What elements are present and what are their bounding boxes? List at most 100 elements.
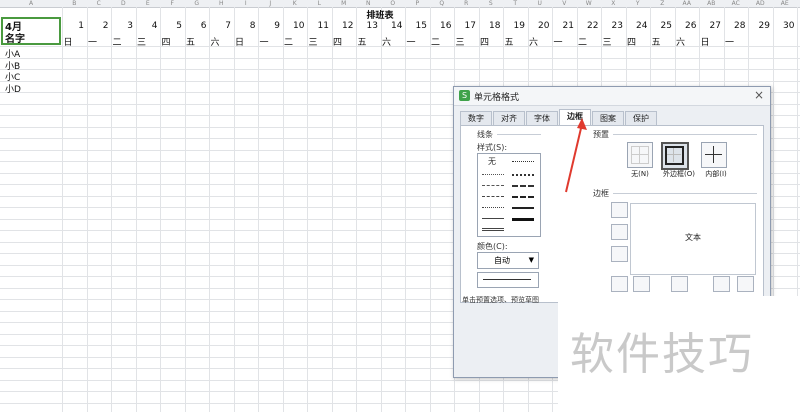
border-preview[interactable]: 文本: [630, 203, 756, 275]
weekday-cell: 五: [651, 38, 661, 48]
weekday-cell: 五: [357, 38, 367, 48]
hint-text: 单击预置选项、预览草图: [462, 296, 539, 304]
day-number: 15: [415, 21, 427, 31]
tab-alignment[interactable]: 对齐: [493, 111, 525, 125]
color-select[interactable]: 自动 ▼: [477, 252, 539, 269]
column-letter[interactable]: R: [454, 0, 479, 7]
line-style-option[interactable]: [482, 218, 504, 219]
column-letter[interactable]: AE: [773, 0, 798, 7]
border-top-button[interactable]: [611, 202, 628, 218]
line-style-option[interactable]: [482, 174, 504, 175]
line-style-option[interactable]: [482, 228, 504, 231]
preview-text: 文本: [685, 233, 701, 242]
column-letter[interactable]: AD: [748, 0, 773, 7]
line-style-option[interactable]: [512, 196, 534, 198]
border-middle-button[interactable]: [611, 224, 628, 240]
weekday-cell: 六: [210, 38, 220, 48]
app-s-icon: S: [459, 90, 470, 101]
annotation-arrow-icon: [565, 118, 587, 193]
preset-inside-button[interactable]: [701, 142, 727, 168]
line-style-option[interactable]: [482, 185, 504, 186]
grid-vline: [135, 7, 137, 412]
column-letter[interactable]: D: [111, 0, 136, 7]
line-group-label: 线条: [477, 130, 493, 139]
line-style-option[interactable]: [482, 196, 504, 197]
tab-protection[interactable]: 保护: [625, 111, 657, 125]
column-letter[interactable]: E: [136, 0, 161, 7]
line-style-option[interactable]: [512, 174, 534, 176]
close-icon[interactable]: ×: [754, 88, 764, 102]
grid-vline: [111, 7, 112, 412]
border-diagonal-down-button[interactable]: [737, 276, 754, 292]
line-style-option[interactable]: [482, 207, 504, 208]
column-letter[interactable]: N: [356, 0, 381, 7]
preset-inside-label: 内部(I): [705, 170, 727, 178]
tab-font[interactable]: 字体: [526, 111, 558, 125]
line-style-option[interactable]: [512, 185, 534, 187]
column-letter[interactable]: U: [528, 0, 553, 7]
grid-vline: [405, 7, 406, 412]
weekday-cell: 四: [161, 38, 171, 48]
watermark-text: 软件技巧: [570, 329, 754, 380]
column-letter[interactable]: L: [307, 0, 332, 7]
line-style-option[interactable]: [512, 218, 534, 221]
column-letter[interactable]: AB: [699, 0, 724, 7]
column-letter[interactable]: S: [479, 0, 504, 7]
border-right-button[interactable]: [713, 276, 730, 292]
day-number: 2: [102, 21, 109, 31]
column-letter[interactable]: B: [62, 0, 87, 7]
column-letter[interactable]: O: [381, 0, 406, 7]
column-letter[interactable]: P: [405, 0, 430, 7]
column-letter[interactable]: M: [332, 0, 357, 7]
day-number: 18: [489, 21, 501, 31]
column-letter[interactable]: I: [234, 0, 259, 7]
day-number: 23: [611, 21, 623, 31]
day-number: 29: [758, 21, 770, 31]
weekday-cell: 四: [626, 38, 636, 48]
line-style-list[interactable]: 无: [477, 153, 541, 237]
grid-vline: [331, 7, 333, 412]
column-letter[interactable]: G: [185, 0, 210, 7]
name-header: 名字: [5, 34, 25, 45]
column-letter[interactable]: Z: [650, 0, 675, 7]
weekday-cell: 三: [308, 38, 318, 48]
line-style-option[interactable]: [512, 207, 534, 209]
column-letter[interactable]: H: [209, 0, 234, 7]
preset-outline-button[interactable]: [661, 142, 689, 170]
weekday-cell: 六: [381, 38, 391, 48]
tab-pattern[interactable]: 图案: [592, 111, 624, 125]
day-number: 14: [391, 21, 403, 31]
column-letter[interactable]: Y: [626, 0, 651, 7]
person-name: 小D: [5, 84, 21, 95]
column-letter[interactable]: AC: [724, 0, 749, 7]
dropdown-arrow-icon: ▼: [528, 256, 534, 264]
tab-number[interactable]: 数字: [460, 111, 492, 125]
column-letter[interactable]: W: [577, 0, 602, 7]
column-letter[interactable]: T: [503, 0, 528, 7]
column-letter[interactable]: A: [0, 0, 62, 7]
line-group-divider: [497, 134, 541, 135]
dialog-titlebar[interactable]: S 单元格格式 ×: [454, 87, 770, 106]
border-diagonal-up-button[interactable]: [611, 276, 628, 292]
border-bottom-button[interactable]: [611, 246, 628, 262]
line-style-option[interactable]: [512, 161, 534, 162]
day-number: 3: [127, 21, 133, 31]
column-letter[interactable]: C: [87, 0, 112, 7]
column-letter[interactable]: K: [283, 0, 308, 7]
grid-vline: [184, 7, 186, 412]
column-letter[interactable]: J: [258, 0, 283, 7]
preset-none-button[interactable]: [627, 142, 653, 168]
border-center-button[interactable]: [671, 276, 688, 292]
column-letter[interactable]: X: [601, 0, 626, 7]
column-letter[interactable]: AA: [675, 0, 700, 7]
style-none[interactable]: 无: [488, 156, 496, 167]
column-letter[interactable]: V: [552, 0, 577, 7]
grid-vline: [233, 7, 235, 412]
day-number: 17: [464, 21, 476, 31]
column-letter[interactable]: Q: [430, 0, 455, 7]
weekday-cell: 三: [602, 38, 612, 48]
weekday-cell: 日: [700, 38, 710, 48]
day-number: 22: [587, 21, 599, 31]
column-letter[interactable]: F: [160, 0, 185, 7]
border-left-button[interactable]: [633, 276, 650, 292]
